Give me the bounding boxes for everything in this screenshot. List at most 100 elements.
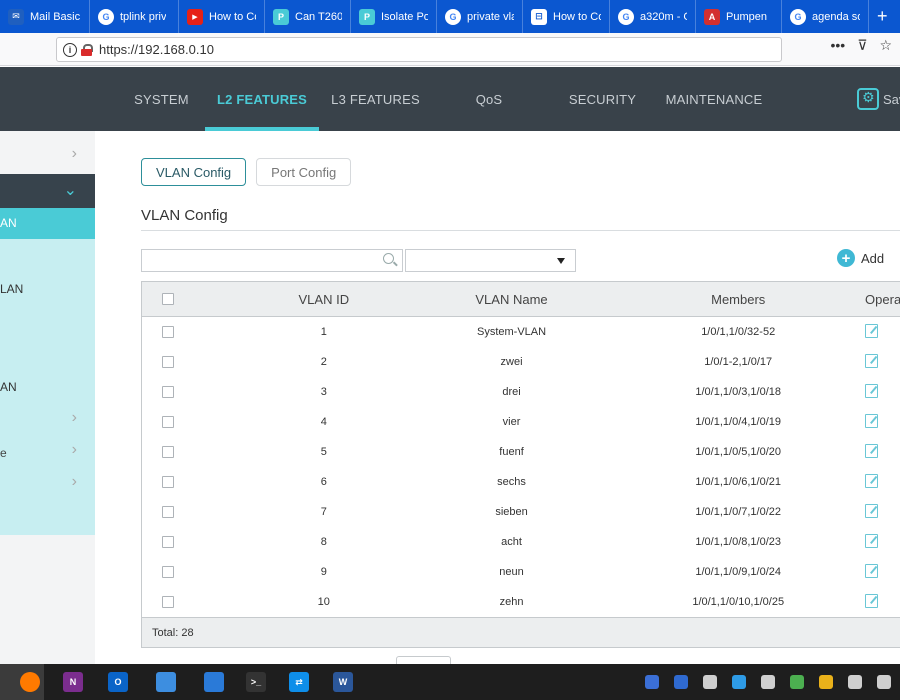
taskbar: N O >_ ⇄ W	[0, 664, 900, 700]
topnav-system[interactable]: SYSTEM	[118, 67, 205, 131]
sidebar-item-collapsed-3[interactable]: e ›	[0, 441, 95, 465]
tab-port-config[interactable]: Port Config	[256, 158, 352, 186]
table-row[interactable]: 6 sechs 1/0/1,1/0/6,1/0/21	[142, 467, 900, 497]
edit-icon[interactable]	[865, 383, 879, 398]
table-row[interactable]: 8 acht 1/0/1,1/0/8,1/0/23	[142, 527, 900, 557]
browser-tab[interactable]: Gtplink priv	[90, 0, 179, 33]
tab-vlan-config[interactable]: VLAN Config	[141, 158, 247, 186]
firefox-icon[interactable]	[20, 672, 40, 692]
row-checkbox[interactable]	[161, 326, 174, 338]
sidebar-subitem-active[interactable]: AN	[0, 208, 95, 239]
browser-tab[interactable]: ▶ How to Co	[179, 0, 265, 33]
select-all-checkbox[interactable]	[161, 293, 174, 305]
info-icon[interactable]: i	[63, 42, 77, 57]
onenote-icon[interactable]: N	[63, 672, 83, 692]
teamviewer-icon[interactable]: ⇄	[289, 672, 309, 692]
control-panel-icon[interactable]	[204, 672, 224, 692]
browser-tab[interactable]: P Can T2600	[265, 0, 351, 33]
tray-icon-7[interactable]	[819, 675, 833, 689]
table-row[interactable]: 7 sieben 1/0/1,1/0/7,1/0/22	[142, 497, 900, 527]
tplink-icon: P	[359, 8, 375, 25]
table-row[interactable]: 5 fuenf 1/0/1,1/0/5,1/0/20	[142, 437, 900, 467]
row-checkbox[interactable]	[161, 356, 174, 368]
tray-icon-1[interactable]	[645, 675, 659, 689]
column-header-members[interactable]: Members	[621, 292, 841, 307]
browser-tab[interactable]: P Isolate Po	[351, 0, 437, 33]
insecure-lock-icon[interactable]	[81, 43, 93, 56]
browser-tab-title: tplink priv	[120, 10, 167, 23]
cell-vlan-id: 8	[320, 536, 327, 548]
table-row[interactable]: 9 neun 1/0/1,1/0/9,1/0/24	[142, 557, 900, 587]
row-checkbox[interactable]	[161, 536, 174, 548]
browser-navbar: i https://192.168.0.10 ••• ⊽ ☆ »	[0, 33, 900, 91]
tray-icon-6[interactable]	[790, 675, 804, 689]
chevron-right-icon: ›	[71, 473, 77, 490]
sidebar-subitem-an[interactable]: AN	[0, 380, 17, 394]
topnav-qos[interactable]: QoS	[432, 67, 546, 131]
browser-tab[interactable]: Gprivate vla	[437, 0, 523, 33]
pen-icon[interactable]	[156, 672, 176, 692]
search-icon[interactable]	[383, 253, 394, 264]
browser-tab[interactable]: Gagenda so	[782, 0, 869, 33]
row-checkbox[interactable]	[161, 596, 174, 608]
column-header-vlan-id[interactable]: VLAN ID	[194, 292, 402, 307]
search-input[interactable]	[141, 249, 403, 272]
browser-tab[interactable]: ⊟ How to Co	[523, 0, 610, 33]
page-actions-icon[interactable]: •••	[830, 37, 845, 54]
tray-icon-5[interactable]	[761, 675, 775, 689]
top-navigation: SYSTEM L2 FEATURES L3 FEATURES QoS SECURITY M…	[118, 67, 769, 131]
row-checkbox[interactable]	[161, 506, 174, 518]
edit-icon[interactable]	[865, 533, 879, 548]
row-checkbox[interactable]	[161, 476, 174, 488]
terminal-icon[interactable]: >_	[246, 672, 266, 692]
caret-down-icon	[557, 258, 565, 264]
sidebar-subitem-lan[interactable]: LAN	[0, 282, 23, 296]
row-checkbox[interactable]	[161, 566, 174, 578]
tray-icon-4[interactable]	[732, 675, 746, 689]
row-checkbox[interactable]	[161, 386, 174, 398]
edit-icon[interactable]	[865, 593, 879, 608]
table-row[interactable]: 3 drei 1/0/1,1/0/3,1/0/18	[142, 377, 900, 407]
cell-members: 1/0/1,1/0/4,1/0/19	[695, 416, 782, 428]
address-bar[interactable]: i https://192.168.0.10	[56, 37, 782, 62]
tray-icon-9[interactable]	[877, 675, 891, 689]
table-row[interactable]: 1 System-VLAN 1/0/1,1/0/32-52	[142, 317, 900, 347]
save-button[interactable]: Save	[857, 88, 900, 110]
outlook-icon[interactable]: O	[108, 672, 128, 692]
filter-select[interactable]	[405, 249, 576, 272]
topnav-l3-features[interactable]: L3 FEATURES	[319, 67, 432, 131]
edit-icon[interactable]	[865, 413, 879, 428]
edit-icon[interactable]	[865, 353, 879, 368]
browser-tab[interactable]: A Pumpen	[696, 0, 782, 33]
pocket-icon[interactable]: ⊽	[857, 37, 867, 54]
sidebar-item-collapsed-4[interactable]: ›	[0, 473, 95, 497]
browser-tab[interactable]: ✉ Mail Basic	[0, 0, 90, 33]
edit-icon[interactable]	[865, 473, 879, 488]
add-button[interactable]: + Add	[837, 249, 884, 267]
tray-icon-8[interactable]	[848, 675, 862, 689]
edit-icon[interactable]	[865, 563, 879, 578]
edit-icon[interactable]	[865, 443, 879, 458]
sidebar-item-collapsed-1[interactable]: ›	[0, 145, 95, 169]
column-header-vlan-name[interactable]: VLAN Name	[402, 292, 622, 307]
browser-tab[interactable]: Ga320m - G	[610, 0, 696, 33]
row-checkbox[interactable]	[161, 416, 174, 428]
table-row[interactable]: 2 zwei 1/0/1-2,1/0/17	[142, 347, 900, 377]
topnav-maintenance[interactable]: MAINTENANCE	[659, 67, 769, 131]
topnav-l2-features[interactable]: L2 FEATURES	[205, 67, 319, 131]
sidebar-item-collapsed-2[interactable]: ›	[0, 409, 95, 433]
url-text[interactable]: https://192.168.0.10	[99, 42, 214, 57]
tray-icon-3[interactable]	[703, 675, 717, 689]
bookmark-star-icon[interactable]: ☆	[879, 37, 892, 54]
row-checkbox[interactable]	[161, 446, 174, 458]
edit-icon[interactable]	[865, 323, 879, 338]
browser-tab-title: agenda so	[812, 10, 860, 23]
topnav-security[interactable]: SECURITY	[546, 67, 659, 131]
new-tab-button[interactable]: +	[869, 0, 896, 33]
edit-icon[interactable]	[865, 503, 879, 518]
sidebar-group-vlan[interactable]: ⌄	[0, 174, 95, 208]
word-icon[interactable]: W	[333, 672, 353, 692]
tray-icon-2[interactable]	[674, 675, 688, 689]
table-row[interactable]: 4 vier 1/0/1,1/0/4,1/0/19	[142, 407, 900, 437]
table-row[interactable]: 10 zehn 1/0/1,1/0/10,1/0/25	[142, 587, 900, 617]
